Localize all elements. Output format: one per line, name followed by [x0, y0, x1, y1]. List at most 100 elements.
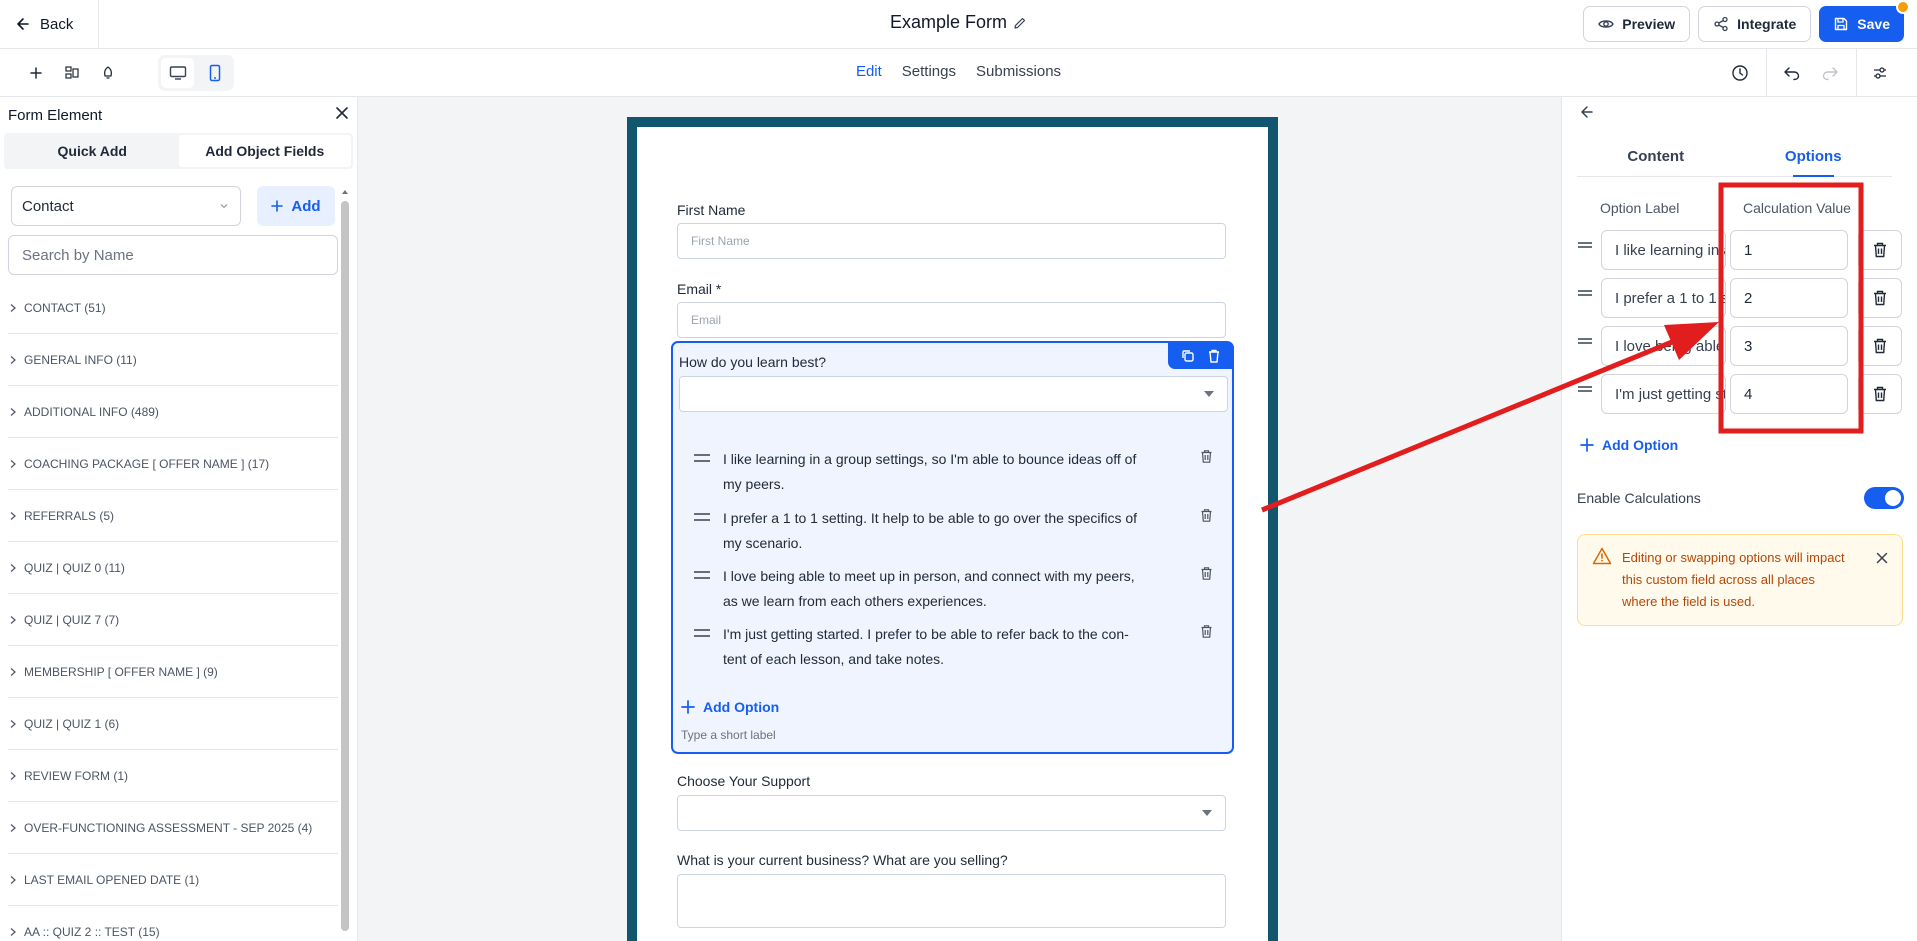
block-actions — [1168, 343, 1232, 369]
category-item[interactable]: QUIZ | QUIZ 1 (6) — [8, 698, 338, 750]
first-name-label: First Name — [677, 202, 746, 218]
category-label: LAST EMAIL OPENED DATE (1) — [24, 872, 200, 887]
category-item[interactable]: CONTACT (51) — [8, 282, 338, 334]
category-label: QUIZ | QUIZ 1 (6) — [24, 716, 120, 731]
support-dropdown[interactable] — [677, 795, 1226, 831]
search-input[interactable]: Search by Name — [8, 235, 338, 275]
trash-icon[interactable] — [1183, 564, 1213, 614]
trash-icon[interactable] — [1183, 447, 1213, 497]
scrollbar[interactable] — [341, 189, 349, 941]
integrate-button[interactable]: Integrate — [1698, 6, 1812, 42]
calc-value-input[interactable]: 1 — [1730, 230, 1848, 270]
category-item[interactable]: OVER-FUNCTIONING ASSESSMENT - SEP 2025 (… — [8, 802, 338, 854]
calc-value-header: Calculation Value — [1743, 200, 1851, 216]
category-item[interactable]: AA :: QUIZ 2 :: TEST (15) — [8, 906, 338, 941]
save-button[interactable]: Save — [1819, 0, 1910, 42]
theme-icon[interactable] — [96, 61, 120, 85]
tab-submissions[interactable]: Submissions — [976, 63, 1061, 80]
add-object-button[interactable]: Add — [257, 186, 335, 226]
tab-edit[interactable]: Edit — [856, 63, 882, 80]
drag-handle-icon[interactable] — [1577, 334, 1593, 350]
drag-handle-icon[interactable] — [693, 564, 723, 614]
drag-handle-icon[interactable] — [693, 506, 723, 556]
sliders-icon[interactable] — [1868, 61, 1892, 85]
question-dropdown[interactable] — [679, 376, 1228, 412]
calc-value-input[interactable]: 2 — [1730, 278, 1848, 318]
plus-icon — [271, 200, 284, 212]
drag-handle-icon[interactable] — [693, 447, 723, 497]
tab-content[interactable]: Content — [1577, 137, 1735, 176]
option-text-line: I'm just getting started. I prefer to be… — [723, 626, 1129, 642]
category-label: GENERAL INFO (11) — [24, 352, 137, 367]
form-element-panel: Form Element Quick Add Add Object Fields… — [0, 97, 358, 941]
category-item[interactable]: LAST EMAIL OPENED DATE (1) — [8, 854, 338, 906]
first-name-field[interactable]: First Name — [677, 223, 1226, 259]
list-item[interactable]: I'm just getting started. I prefer to be… — [693, 622, 1213, 672]
duplicate-icon[interactable] — [1180, 348, 1196, 364]
option-label-input[interactable]: I like learning in a group settings, so … — [1601, 230, 1726, 270]
save-label: Save — [1857, 16, 1890, 32]
list-item[interactable]: I love being able to meet up in person, … — [693, 564, 1213, 614]
calc-value-input[interactable]: 4 — [1730, 374, 1848, 414]
trash-icon[interactable] — [1858, 374, 1902, 414]
trash-icon[interactable] — [1858, 326, 1902, 366]
chevron-right-icon — [10, 459, 16, 468]
category-item[interactable]: MEMBERSHIP [ OFFER NAME ] (9) — [8, 646, 338, 698]
redo-icon[interactable] — [1818, 61, 1842, 85]
close-icon[interactable] — [1876, 552, 1888, 564]
selected-question-block[interactable]: How do you learn best? I like learning i… — [671, 341, 1234, 754]
back-button[interactable]: Back — [0, 0, 99, 48]
close-icon[interactable] — [335, 106, 349, 124]
email-field[interactable]: Email — [677, 302, 1226, 338]
warning-icon — [1592, 547, 1612, 565]
chevron-right-icon — [10, 511, 16, 520]
category-item[interactable]: QUIZ | QUIZ 7 (7) — [8, 594, 338, 646]
trash-icon[interactable] — [1858, 278, 1902, 318]
layers-icon[interactable] — [60, 61, 84, 85]
tab-options[interactable]: Options — [1735, 137, 1893, 177]
history-icon[interactable] — [1728, 61, 1752, 85]
mobile-view-icon[interactable] — [198, 58, 231, 88]
business-textarea[interactable] — [677, 874, 1226, 928]
add-option-button[interactable]: Add Option — [1580, 437, 1678, 453]
drag-handle-icon[interactable] — [1577, 238, 1593, 254]
list-item[interactable]: I prefer a 1 to 1 setting. It help to be… — [693, 506, 1213, 556]
drag-handle-icon[interactable] — [1577, 286, 1593, 302]
form-title-text[interactable]: Example Form — [890, 12, 1007, 32]
back-arrow-icon[interactable] — [1580, 105, 1594, 122]
option-label-input[interactable]: I'm just getting started. I prefer to be… — [1601, 374, 1726, 414]
category-label: REVIEW FORM (1) — [24, 768, 128, 783]
category-item[interactable]: REVIEW FORM (1) — [8, 750, 338, 802]
category-label: QUIZ | QUIZ 0 (11) — [24, 560, 125, 575]
scrollbar-thumb[interactable] — [341, 201, 349, 931]
chevron-right-icon — [10, 407, 16, 416]
plus-icon[interactable] — [24, 61, 48, 85]
option-label-input[interactable]: I prefer a 1 to 1 setting. It help to be… — [1601, 278, 1726, 318]
drag-handle-icon[interactable] — [1577, 382, 1593, 398]
preview-button[interactable]: Preview — [1583, 6, 1691, 42]
category-item[interactable]: REFERRALS (5) — [8, 490, 338, 542]
calc-value-input[interactable]: 3 — [1730, 326, 1848, 366]
tab-quick-add[interactable]: Quick Add — [6, 135, 179, 167]
tab-settings[interactable]: Settings — [902, 63, 956, 80]
tab-add-object-fields[interactable]: Add Object Fields — [178, 135, 351, 167]
category-item[interactable]: GENERAL INFO (11) — [8, 334, 338, 386]
category-item[interactable]: QUIZ | QUIZ 0 (11) — [8, 542, 338, 594]
editor-toolbar: Edit Settings Submissions — [0, 49, 1917, 97]
trash-icon[interactable] — [1183, 506, 1213, 556]
category-label: COACHING PACKAGE [ OFFER NAME ] (17) — [24, 456, 270, 471]
trash-icon[interactable] — [1207, 348, 1221, 364]
option-label-input[interactable]: I love being able to meet up in person, … — [1601, 326, 1726, 366]
desktop-view-icon[interactable] — [161, 58, 194, 88]
enable-calc-toggle[interactable] — [1864, 487, 1904, 509]
object-select[interactable]: Contact — [11, 186, 241, 226]
category-item[interactable]: COACHING PACKAGE [ OFFER NAME ] (17) — [8, 438, 338, 490]
list-item[interactable]: I like learning in a group settings, so … — [693, 447, 1213, 497]
drag-handle-icon[interactable] — [693, 622, 723, 672]
trash-icon[interactable] — [1858, 230, 1902, 270]
add-option-button[interactable]: Add Option — [681, 699, 779, 715]
pencil-icon[interactable] — [1013, 14, 1027, 35]
trash-icon[interactable] — [1183, 622, 1213, 672]
undo-icon[interactable] — [1780, 61, 1804, 85]
category-item[interactable]: ADDITIONAL INFO (489) — [8, 386, 338, 438]
